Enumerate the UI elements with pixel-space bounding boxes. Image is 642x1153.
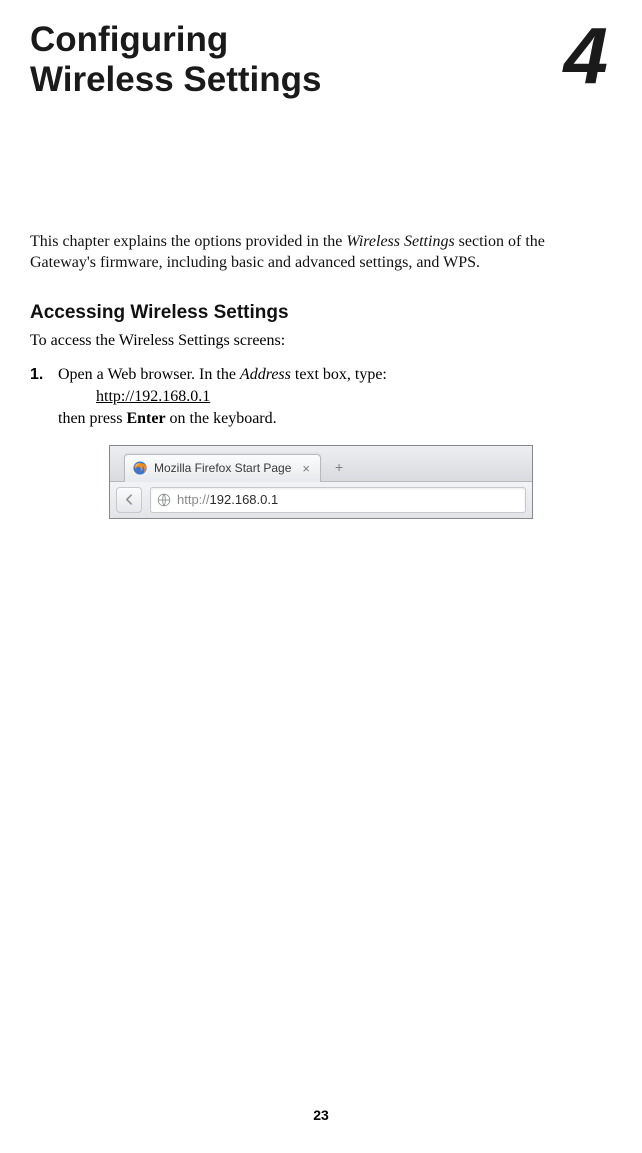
chapter-title: Configuring Wireless Settings [30, 20, 321, 101]
close-icon[interactable]: × [302, 461, 310, 476]
step-body: Open a Web browser. In the Address text … [58, 364, 612, 431]
chevron-left-icon [123, 493, 136, 506]
step-number: 1. [30, 364, 48, 431]
step-1: 1. Open a Web browser. In the Address te… [30, 364, 612, 431]
firefox-icon [133, 461, 147, 475]
address-text: http://192.168.0.1 [177, 492, 278, 507]
chapter-header: Configuring Wireless Settings 4 [30, 20, 612, 101]
step-url: http://192.168.0.1 [96, 386, 210, 408]
browser-toolbar: http://192.168.0.1 [110, 482, 532, 518]
browser-screenshot: Mozilla Firefox Start Page × + htt [30, 445, 612, 519]
section-heading: Accessing Wireless Settings [30, 302, 612, 324]
browser-window: Mozilla Firefox Start Page × + htt [109, 445, 533, 519]
tab-title: Mozilla Firefox Start Page [154, 461, 291, 475]
address-bar[interactable]: http://192.168.0.1 [150, 487, 526, 513]
chapter-title-line1: Configuring [30, 20, 228, 59]
page-number: 23 [0, 1107, 642, 1123]
globe-icon [157, 493, 171, 507]
intro-paragraph: This chapter explains the options provid… [30, 231, 612, 274]
back-button[interactable] [116, 487, 142, 513]
chapter-title-line2: Wireless Settings [30, 60, 321, 99]
browser-tabbar: Mozilla Firefox Start Page × + [110, 446, 532, 482]
new-tab-button[interactable]: + [335, 459, 343, 475]
chapter-number: 4 [564, 20, 605, 92]
browser-tab[interactable]: Mozilla Firefox Start Page × [124, 454, 321, 482]
section-intro: To access the Wireless Settings screens: [30, 332, 612, 350]
